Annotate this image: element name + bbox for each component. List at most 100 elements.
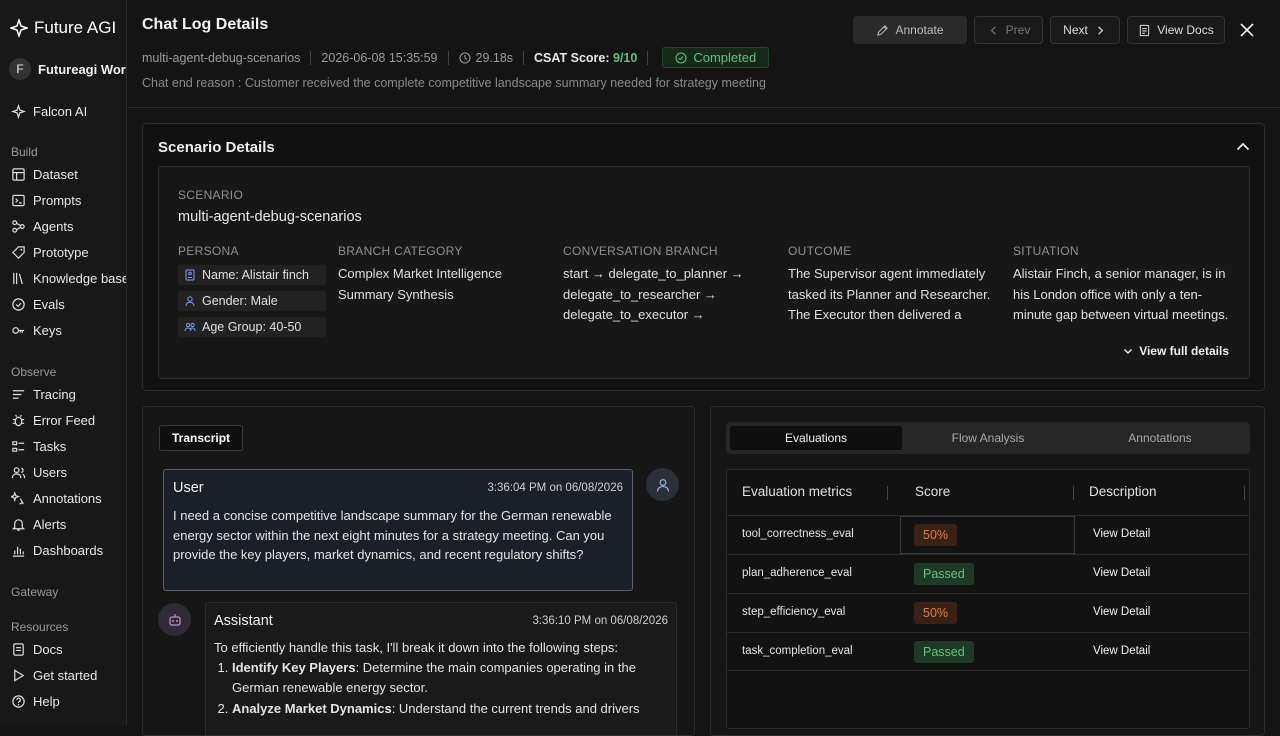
nav-evals[interactable]: Evals xyxy=(11,297,65,312)
main-content: Chat Log Details multi-agent-debug-scena… xyxy=(127,0,1280,736)
tag-icon xyxy=(12,246,25,259)
section-resources: Resources xyxy=(11,620,69,634)
bug-icon xyxy=(12,414,25,427)
score-badge: 50% xyxy=(914,524,958,546)
nav-prototype[interactable]: Prototype xyxy=(11,245,89,260)
prev-button[interactable]: Prev xyxy=(974,16,1043,44)
nav-get-started[interactable]: Get started xyxy=(11,668,97,683)
user-message: User 3:36:04 PM on 06/08/2026 I need a c… xyxy=(163,469,633,591)
persona-label: PERSONA xyxy=(178,244,239,258)
nav-dataset[interactable]: Dataset xyxy=(11,167,78,182)
view-full-details-button[interactable]: View full details xyxy=(1122,344,1229,358)
scenario-label: SCENARIO xyxy=(178,188,244,202)
metric-name: step_efficiency_eval xyxy=(742,606,846,618)
next-label: Next xyxy=(1063,23,1088,37)
user-icon xyxy=(185,296,195,307)
next-button[interactable]: Next xyxy=(1050,16,1120,44)
score-badge: 50% xyxy=(914,602,958,624)
table-icon xyxy=(12,168,25,181)
app-logo[interactable]: Future AGI xyxy=(10,18,116,38)
annotate-label: Annotate xyxy=(895,23,944,37)
nav-label: Tracing xyxy=(33,387,76,402)
nav-label: Users xyxy=(33,465,67,480)
metric-name: plan_adherence_eval xyxy=(742,567,852,579)
nav-docs[interactable]: Docs xyxy=(11,642,63,657)
nav-agents[interactable]: Agents xyxy=(11,219,73,234)
nav-dashboards[interactable]: Dashboards xyxy=(11,543,103,558)
table-row[interactable]: task_completion_eval Passed View Detail xyxy=(727,632,1249,671)
nav-label: Prototype xyxy=(33,245,89,260)
meta-duration: 29.18s xyxy=(475,50,514,65)
nav-label: Help xyxy=(33,694,60,709)
message-time: 3:36:04 PM on 06/08/2026 xyxy=(487,482,623,494)
user-icon xyxy=(656,478,669,492)
group-icon xyxy=(184,322,196,332)
help-icon xyxy=(12,695,25,708)
assistant-message: Assistant 3:36:10 PM on 06/08/2026 To ef… xyxy=(205,602,677,735)
evaluations-panel: Evaluations Flow Analysis Annotations Ev… xyxy=(710,406,1265,736)
column-header-metric: Evaluation metrics xyxy=(742,484,853,499)
nav-tasks[interactable]: Tasks xyxy=(11,439,66,454)
nav-knowledge-base[interactable]: Knowledge base xyxy=(11,271,126,286)
workspace-switcher[interactable]: F Futureagi Workspace xyxy=(9,58,126,80)
nav-label: Dataset xyxy=(33,167,78,182)
id-card-icon xyxy=(185,269,195,281)
prev-label: Prev xyxy=(1005,23,1031,37)
section-gateway: Gateway xyxy=(11,585,59,599)
annotate-button[interactable]: Annotate xyxy=(853,16,967,44)
message-role: Assistant xyxy=(214,613,273,629)
nav-alerts[interactable]: Alerts xyxy=(11,517,66,532)
agents-icon xyxy=(12,220,25,233)
assistant-avatar xyxy=(158,603,191,636)
books-icon xyxy=(13,272,23,285)
chevron-up-icon xyxy=(1236,142,1250,151)
nav-annotations[interactable]: Annotations xyxy=(11,491,102,506)
chat-meta: multi-agent-debug-scenarios 2026-06-08 1… xyxy=(142,47,770,68)
nav-label: Alerts xyxy=(33,517,67,532)
conversation-branch-label: CONVERSATION BRANCH xyxy=(563,244,718,258)
evaluation-table: Evaluation metrics Score Description too… xyxy=(726,469,1250,729)
collapse-button[interactable] xyxy=(1234,138,1252,156)
persona-gender-chip: Gender: Male xyxy=(178,291,326,311)
nav-falcon-ai[interactable]: Falcon AI xyxy=(11,104,87,119)
tab-flow-analysis[interactable]: Flow Analysis xyxy=(902,426,1074,450)
nav-label: Dashboards xyxy=(33,543,104,558)
view-docs-button[interactable]: View Docs xyxy=(1127,16,1225,44)
nav-help[interactable]: Help xyxy=(11,694,60,709)
view-full-details-label: View full details xyxy=(1139,344,1229,358)
tab-transcript[interactable]: Transcript xyxy=(159,425,244,451)
chevron-right-icon xyxy=(1098,25,1104,35)
tab-evaluations[interactable]: Evaluations xyxy=(730,426,902,450)
situation-label: SITUATION xyxy=(1013,244,1079,258)
table-row[interactable]: plan_adherence_eval Passed View Detail xyxy=(727,554,1249,593)
view-detail-link[interactable]: View Detail xyxy=(1093,645,1150,657)
csat-score: CSAT Score: 9/10 xyxy=(534,51,637,65)
branch-category-label: BRANCH CATEGORY xyxy=(338,244,463,258)
nav-label: Get started xyxy=(33,668,98,683)
nav-label: Falcon AI xyxy=(33,104,88,119)
nav-label: Tasks xyxy=(33,439,67,454)
view-detail-link[interactable]: View Detail xyxy=(1093,606,1150,618)
nav-label: Annotations xyxy=(33,491,102,506)
evaluation-tabs: Evaluations Flow Analysis Annotations xyxy=(726,422,1250,454)
table-row[interactable]: step_efficiency_eval 50% View Detail xyxy=(727,593,1249,632)
table-row[interactable]: tool_correctness_eval 50% View Detail xyxy=(727,515,1249,554)
nav-error-feed[interactable]: Error Feed xyxy=(11,413,95,428)
nav-tracing[interactable]: Tracing xyxy=(11,387,76,402)
nav-prompts[interactable]: Prompts xyxy=(11,193,81,208)
users-icon xyxy=(11,467,26,479)
scenario-name: multi-agent-debug-scenarios xyxy=(178,209,362,225)
nav-keys[interactable]: Keys xyxy=(11,323,62,338)
nav-users[interactable]: Users xyxy=(11,465,67,480)
tab-annotations[interactable]: Annotations xyxy=(1074,426,1246,450)
close-button[interactable] xyxy=(1237,20,1257,40)
nav-label: Keys xyxy=(33,323,62,338)
nav-label: Evals xyxy=(33,297,65,312)
metric-name: task_completion_eval xyxy=(742,645,853,657)
persona-age: Age Group: 40-50 xyxy=(202,320,302,334)
terminal-icon xyxy=(12,194,25,207)
view-detail-link[interactable]: View Detail xyxy=(1093,567,1150,579)
list-item: Analyze Market Dynamics: Understand the … xyxy=(232,699,668,720)
view-detail-link[interactable]: View Detail xyxy=(1093,528,1150,540)
play-icon xyxy=(14,669,25,682)
